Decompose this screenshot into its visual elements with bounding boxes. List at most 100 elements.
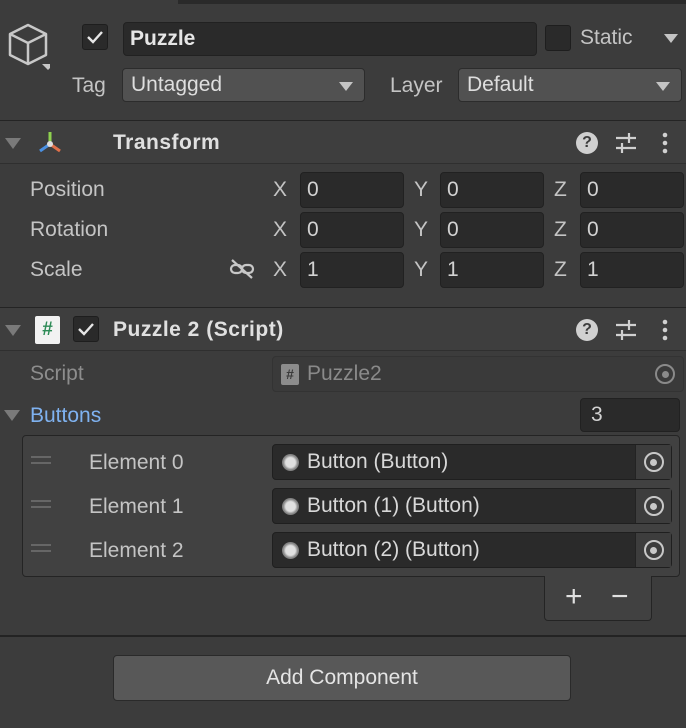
cube-icon[interactable] bbox=[6, 22, 54, 72]
kebab-menu-icon[interactable] bbox=[658, 318, 672, 342]
remove-element-button[interactable]: − bbox=[611, 580, 629, 614]
element-1-object-field[interactable]: Button (1) (Button) bbox=[272, 488, 672, 524]
axis-z-label[interactable]: Z bbox=[554, 218, 567, 242]
button-object-icon bbox=[282, 541, 299, 559]
position-y-field[interactable]: 0 bbox=[440, 172, 544, 208]
tag-value: Untagged bbox=[131, 73, 223, 96]
kebab-menu-icon[interactable] bbox=[658, 131, 672, 155]
object-picker-icon bbox=[643, 496, 664, 516]
help-icon[interactable]: ? bbox=[576, 319, 598, 341]
foldout-arrow-icon[interactable] bbox=[5, 325, 21, 336]
rotation-y-field[interactable]: 0 bbox=[440, 212, 544, 248]
script-value: Puzzle2 bbox=[307, 362, 382, 385]
rotation-x-value: 0 bbox=[307, 218, 319, 241]
tag-label: Tag bbox=[72, 74, 106, 97]
scale-z-value: 1 bbox=[587, 258, 599, 281]
axis-z-label[interactable]: Z bbox=[554, 178, 567, 202]
presets-sliders-icon[interactable] bbox=[614, 318, 638, 342]
list-footer: + − bbox=[544, 576, 652, 621]
rotation-x-field[interactable]: 0 bbox=[300, 212, 404, 248]
rotation-z-field[interactable]: 0 bbox=[580, 212, 684, 248]
axis-y-label[interactable]: Y bbox=[414, 178, 428, 202]
layer-value: Default bbox=[467, 73, 534, 96]
element-label: Element 2 bbox=[89, 539, 184, 562]
object-picker-button[interactable] bbox=[635, 445, 671, 479]
add-element-button[interactable]: + bbox=[565, 580, 583, 614]
buttons-size-field[interactable]: 3 bbox=[580, 398, 680, 432]
check-icon bbox=[87, 31, 103, 44]
rotation-label: Rotation bbox=[30, 218, 109, 241]
presets-sliders-icon[interactable] bbox=[614, 131, 638, 155]
object-picker-icon bbox=[643, 540, 664, 560]
script-hash-icon: # bbox=[281, 364, 299, 385]
scale-y-field[interactable]: 1 bbox=[440, 252, 544, 288]
button-object-icon bbox=[282, 497, 299, 515]
rotation-y-value: 0 bbox=[447, 218, 459, 241]
gameobject-name-field[interactable]: Puzzle bbox=[123, 22, 537, 56]
chevron-down-icon bbox=[339, 82, 353, 91]
object-picker-button[interactable] bbox=[635, 533, 671, 567]
position-y-value: 0 bbox=[447, 178, 459, 201]
axis-x-label[interactable]: X bbox=[273, 258, 287, 282]
add-component-button[interactable]: Add Component bbox=[113, 655, 571, 701]
top-strip bbox=[178, 0, 686, 4]
divider bbox=[0, 635, 686, 637]
add-component-label: Add Component bbox=[266, 666, 418, 689]
drag-handle[interactable] bbox=[31, 456, 51, 464]
object-picker-button[interactable] bbox=[635, 489, 671, 523]
object-picker-icon bbox=[655, 364, 675, 384]
script-field: # Puzzle2 bbox=[272, 356, 684, 392]
chevron-down-icon bbox=[656, 82, 670, 91]
buttons-list: Element 0 Button (Button) Element 1 Butt… bbox=[22, 435, 680, 577]
help-icon[interactable]: ? bbox=[576, 132, 598, 154]
transform-axes-icon bbox=[36, 129, 64, 157]
element-value: Button (Button) bbox=[307, 450, 449, 473]
position-label: Position bbox=[30, 178, 105, 201]
drag-handle[interactable] bbox=[31, 500, 51, 508]
element-2-object-field[interactable]: Button (2) (Button) bbox=[272, 532, 672, 568]
axis-y-label[interactable]: Y bbox=[414, 258, 428, 282]
tag-dropdown[interactable]: Untagged bbox=[122, 68, 365, 102]
buttons-label[interactable]: Buttons bbox=[30, 404, 101, 428]
button-object-icon bbox=[282, 453, 299, 471]
gameobject-name: Puzzle bbox=[130, 27, 196, 50]
foldout-arrow-icon[interactable] bbox=[5, 138, 21, 149]
gameobject-header: Puzzle Static Tag Untagged Layer Default bbox=[0, 0, 686, 120]
axis-x-label[interactable]: X bbox=[273, 178, 287, 202]
axis-y-label[interactable]: Y bbox=[414, 218, 428, 242]
position-z-value: 0 bbox=[587, 178, 599, 201]
element-0-object-field[interactable]: Button (Button) bbox=[272, 444, 672, 480]
script-hash-icon: # bbox=[35, 316, 60, 344]
foldout-arrow-icon[interactable] bbox=[4, 410, 20, 421]
constrain-proportions-icon[interactable] bbox=[229, 258, 255, 280]
script-component-header[interactable]: # Puzzle 2 (Script) ? bbox=[0, 307, 686, 351]
static-dropdown-caret[interactable] bbox=[664, 34, 678, 43]
script-component-title: Puzzle 2 (Script) bbox=[113, 318, 284, 341]
scale-y-value: 1 bbox=[447, 258, 459, 281]
position-x-field[interactable]: 0 bbox=[300, 172, 404, 208]
scale-label: Scale bbox=[30, 258, 83, 281]
active-toggle[interactable] bbox=[82, 24, 108, 50]
buttons-size-value: 3 bbox=[591, 403, 603, 426]
drag-handle[interactable] bbox=[31, 544, 51, 552]
check-icon bbox=[78, 323, 94, 336]
rotation-z-value: 0 bbox=[587, 218, 599, 241]
layer-label: Layer bbox=[390, 74, 443, 97]
scale-x-value: 1 bbox=[307, 258, 319, 281]
transform-title: Transform bbox=[113, 131, 221, 154]
transform-body: Position X 0 Y 0 Z 0 Rotation X 0 Y 0 Z … bbox=[0, 164, 686, 308]
element-label: Element 0 bbox=[89, 451, 184, 474]
script-label: Script bbox=[30, 362, 84, 385]
layer-dropdown[interactable]: Default bbox=[458, 68, 682, 102]
element-value: Button (2) (Button) bbox=[307, 538, 480, 561]
element-value: Button (1) (Button) bbox=[307, 494, 480, 517]
scale-x-field[interactable]: 1 bbox=[300, 252, 404, 288]
scale-z-field[interactable]: 1 bbox=[580, 252, 684, 288]
element-label: Element 1 bbox=[89, 495, 184, 518]
axis-x-label[interactable]: X bbox=[273, 218, 287, 242]
position-z-field[interactable]: 0 bbox=[580, 172, 684, 208]
axis-z-label[interactable]: Z bbox=[554, 258, 567, 282]
script-enabled-toggle[interactable] bbox=[73, 316, 99, 342]
transform-header[interactable]: Transform ? bbox=[0, 120, 686, 164]
static-toggle[interactable] bbox=[545, 25, 571, 51]
